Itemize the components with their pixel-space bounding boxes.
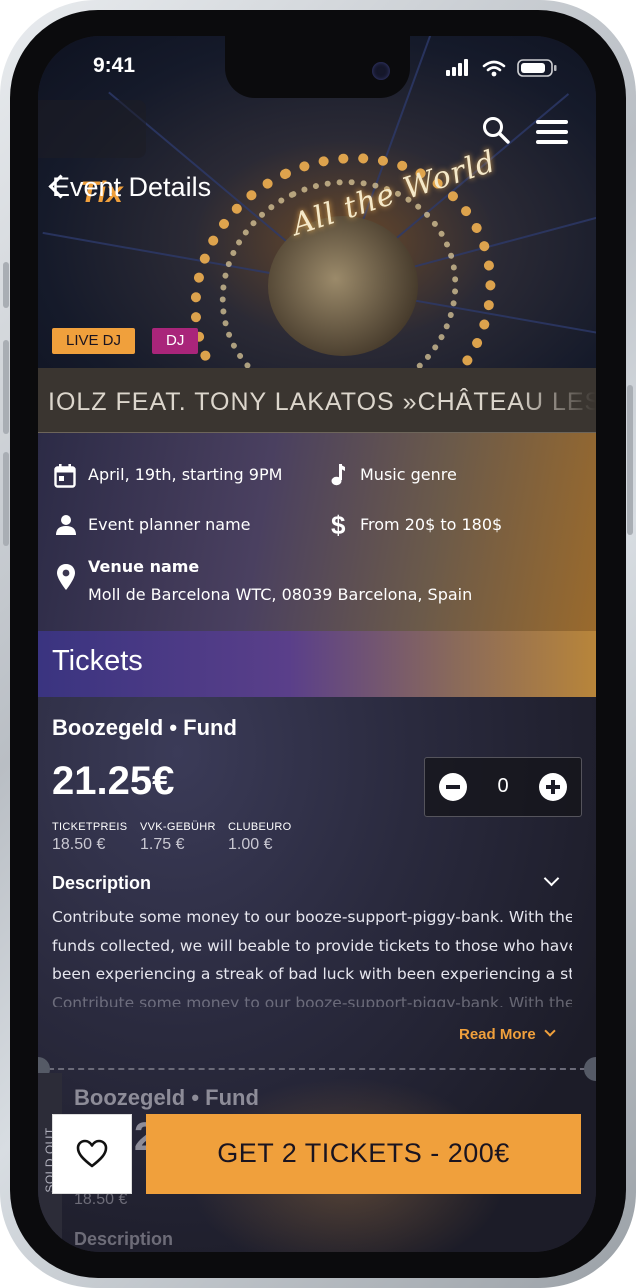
fee-value: 1.75 € — [140, 836, 185, 853]
quantity-stepper[interactable]: 0 — [424, 757, 582, 817]
get-tickets-label: GET 2 TICKETS - 200€ — [217, 1138, 510, 1168]
ticket-title: Boozegeld • Fund — [74, 1085, 259, 1110]
volume-down-button — [3, 452, 9, 546]
venue-name: Venue name — [88, 557, 200, 576]
description-line: Contribute some money to our booze-suppo… — [52, 908, 572, 926]
event-genre: Music genre — [360, 465, 457, 484]
quantity-value: 0 — [497, 775, 509, 797]
mute-switch — [3, 262, 9, 308]
description-heading[interactable]: Description — [52, 873, 151, 894]
description-heading: Description — [74, 1229, 174, 1249]
heart-icon — [76, 1139, 108, 1168]
ticket-description: Contribute some money to our booze-suppo… — [52, 903, 572, 1007]
dollar-icon: $ — [331, 511, 346, 539]
fee-vvk-gebuehr: VVK-GEBÜHR 1.75 € — [140, 821, 216, 854]
venue-address[interactable]: Moll de Barcelona WTC, 08039 Barcelona, … — [88, 585, 472, 604]
status-time: 9:41 — [93, 54, 136, 77]
event-title: IOLZ FEAT. TONY LAKATOS »CHÂTEAU LES C — [48, 388, 596, 416]
get-tickets-button[interactable]: GET 2 TICKETS - 200€ — [146, 1114, 581, 1194]
ticket-divider — [38, 1068, 596, 1070]
globe-sculpture — [268, 216, 418, 356]
battery-icon — [517, 59, 557, 77]
page-title: Event Details — [52, 172, 212, 202]
event-planner: Event planner name — [88, 515, 251, 534]
description-line: been experiencing a streak of bad luck w… — [52, 965, 572, 983]
music-note-icon — [331, 464, 345, 486]
plus-circle-icon[interactable] — [539, 773, 567, 801]
tag-live-dj[interactable]: LIVE DJ — [52, 328, 136, 354]
event-price-range: From 20$ to 180$ — [360, 515, 503, 534]
ticket-price: 21.25€ — [52, 759, 175, 803]
chevron-down-icon[interactable] — [543, 870, 560, 887]
calendar-icon — [54, 464, 76, 488]
volume-up-button — [3, 340, 9, 434]
cellular-signal-icon — [446, 59, 468, 76]
phone-frame: All the World 9:41 Tix Event Details LIV… — [0, 0, 636, 1288]
fee-clubeuro: CLUBEURO 1.00 € — [228, 821, 292, 854]
front-camera — [372, 62, 390, 80]
search-icon[interactable] — [482, 116, 510, 144]
event-date: April, 19th, starting 9PM — [88, 465, 283, 484]
fee-ticketpreis: TICKETPREIS 18.50 € — [52, 821, 127, 854]
status-icons — [446, 59, 557, 77]
tickets-section-header: Tickets — [38, 631, 596, 697]
fee-label: VVK-GEBÜHR — [140, 821, 216, 833]
fee-label: CLUBEURO — [228, 821, 292, 833]
fee-label: TICKETPREIS — [52, 821, 128, 833]
tickets-heading: Tickets — [52, 645, 143, 677]
description-line: funds collected, we will beable to provi… — [52, 936, 572, 955]
hamburger-menu-icon[interactable] — [536, 120, 568, 150]
wifi-icon — [482, 60, 506, 72]
power-button — [627, 385, 633, 535]
app-screen: All the World 9:41 Tix Event Details LIV… — [38, 36, 596, 1252]
person-icon — [56, 515, 76, 535]
favorite-button[interactable] — [52, 1114, 132, 1194]
fee-value: 1.00 € — [228, 836, 273, 853]
minus-circle-icon[interactable] — [439, 773, 467, 801]
svg-text:$: $ — [331, 511, 346, 539]
back-button[interactable]: Tix — [38, 100, 146, 209]
chevron-down-icon — [544, 1025, 556, 1037]
read-more-link[interactable]: Read More — [459, 1025, 556, 1043]
status-bar: 9:41 — [38, 36, 596, 98]
ticket-title: Boozegeld • Fund — [52, 715, 237, 740]
event-info-panel: April, 19th, starting 9PM Music genre Ev… — [38, 433, 596, 631]
event-title-marquee: IOLZ FEAT. TONY LAKATOS »CHÂTEAU LES C — [38, 368, 596, 433]
description-line: Contribute some money to our booze-suppo… — [52, 993, 572, 1008]
location-pin-icon — [57, 564, 75, 590]
tag-dj[interactable]: DJ — [152, 328, 199, 354]
fee-value: 18.50 € — [52, 836, 106, 853]
read-more-label: Read More — [459, 1026, 536, 1043]
